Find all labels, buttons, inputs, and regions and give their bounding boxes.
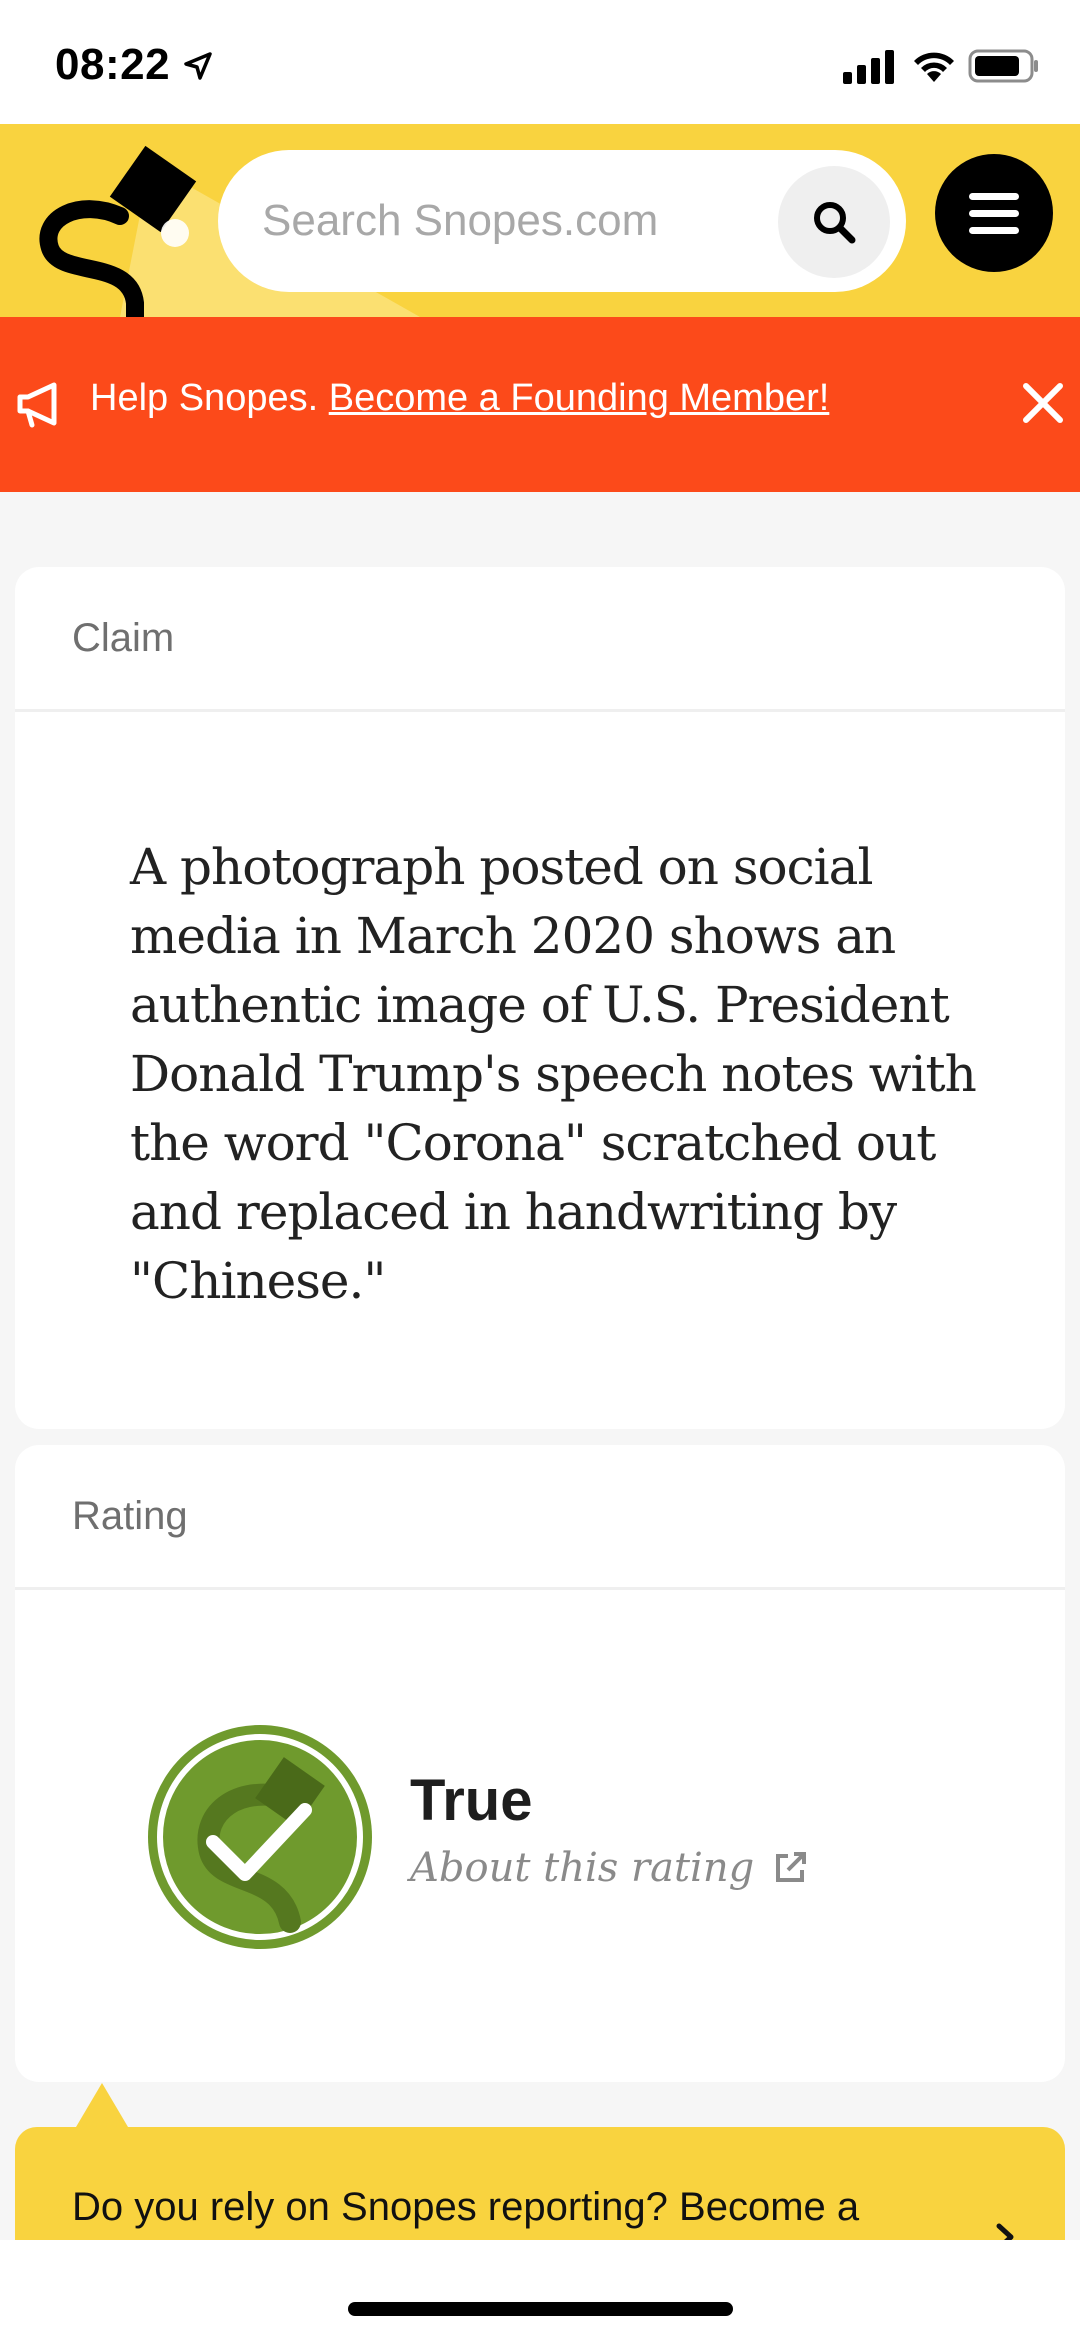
external-link-icon [776, 1852, 807, 1882]
home-indicator-area [0, 2240, 1080, 2339]
cta-text: Do you rely on Snopes reporting? Become … [72, 2185, 860, 2229]
about-rating-link[interactable]: About this rating [410, 1845, 808, 1891]
home-indicator[interactable] [348, 2302, 733, 2316]
rating-value: True [410, 1768, 533, 1833]
wifi-icon [914, 52, 954, 82]
true-rating-badge-icon [148, 1725, 372, 1949]
claim-card: Claim A photograph posted on social medi… [15, 567, 1065, 1429]
battery-icon [968, 49, 1038, 83]
founding-member-link[interactable]: Become a Founding Member! [329, 377, 830, 419]
cellular-signal-icon [843, 50, 894, 84]
hamburger-icon [969, 192, 1019, 200]
claim-text: A photograph posted on social media in M… [130, 838, 977, 1310]
close-icon[interactable] [1020, 380, 1066, 426]
rating-card-header: Rating [15, 1445, 1065, 1590]
search-icon [814, 202, 856, 244]
banner-message: Help Snopes. [90, 377, 319, 419]
search-bar [218, 150, 906, 292]
site-header [0, 124, 1080, 317]
search-button[interactable] [778, 166, 890, 278]
megaphone-icon [17, 382, 57, 428]
rating-label: Rating [72, 1493, 188, 1538]
cta-pointer [76, 2083, 128, 2127]
location-arrow-icon [184, 52, 212, 80]
membership-banner: Help Snopes. Become a Founding Member! [0, 317, 1080, 492]
claim-card-header: Claim [15, 567, 1065, 712]
status-bar: 08:22 [0, 0, 1080, 124]
status-time: 08:22 [55, 40, 171, 89]
rating-card: Rating True About this rating [15, 1445, 1065, 2082]
search-input[interactable] [262, 180, 742, 262]
membership-cta[interactable]: Do you rely on Snopes reporting? Become … [15, 2127, 1065, 2251]
banner-text: Help Snopes. Become a Founding Member! [90, 377, 829, 420]
claim-label: Claim [72, 615, 175, 660]
snopes-logo-icon[interactable] [20, 138, 200, 317]
menu-button[interactable] [935, 154, 1053, 272]
about-rating-text: About this rating [410, 1845, 755, 1891]
